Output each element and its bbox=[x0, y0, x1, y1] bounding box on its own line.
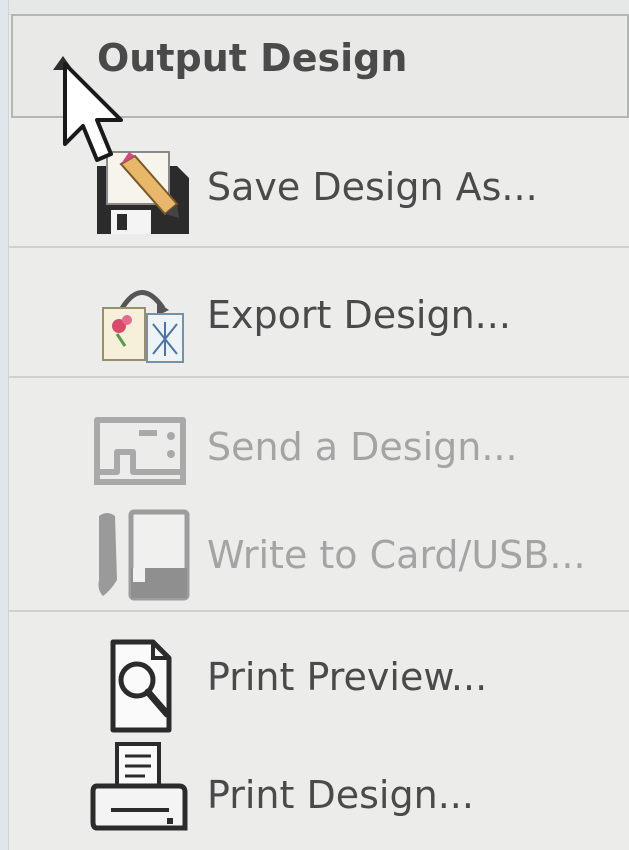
menu-item-export-design[interactable]: Export Design... bbox=[9, 250, 629, 376]
menu-item-write-to-card-usb[interactable]: Write to Card/USB... bbox=[9, 494, 629, 610]
separator bbox=[9, 246, 629, 248]
print-preview-icon bbox=[110, 639, 172, 733]
menu-item-send-a-design[interactable]: Send a Design... bbox=[9, 380, 629, 492]
output-design-panel: Output Design Save Design As... Export D… bbox=[8, 0, 629, 850]
menu-item-save-design-as[interactable]: Save Design As... bbox=[9, 120, 629, 246]
menu-item-print-design[interactable]: Print Design... bbox=[9, 730, 629, 848]
export-design-icon bbox=[102, 290, 184, 363]
menu-item-label: Print Design... bbox=[207, 773, 474, 817]
menu-item-label: Print Preview... bbox=[207, 655, 488, 699]
menu-item-label: Send a Design... bbox=[207, 425, 518, 469]
sewing-machine-icon bbox=[94, 417, 186, 485]
panel-top-strip bbox=[9, 0, 629, 15]
separator bbox=[9, 376, 629, 378]
section-header-output-design[interactable]: Output Design bbox=[11, 14, 629, 118]
collapse-arrow-icon[interactable] bbox=[53, 56, 73, 70]
menu-item-label: Write to Card/USB... bbox=[207, 533, 586, 577]
menu-item-print-preview[interactable]: Print Preview... bbox=[9, 614, 629, 733]
menu-item-label: Save Design As... bbox=[207, 165, 538, 209]
card-usb-icon bbox=[98, 509, 190, 601]
section-title: Output Design bbox=[97, 36, 408, 80]
printer-icon bbox=[90, 742, 188, 831]
separator bbox=[9, 610, 629, 612]
save-design-icon bbox=[97, 151, 189, 234]
menu-item-label: Export Design... bbox=[207, 293, 511, 337]
